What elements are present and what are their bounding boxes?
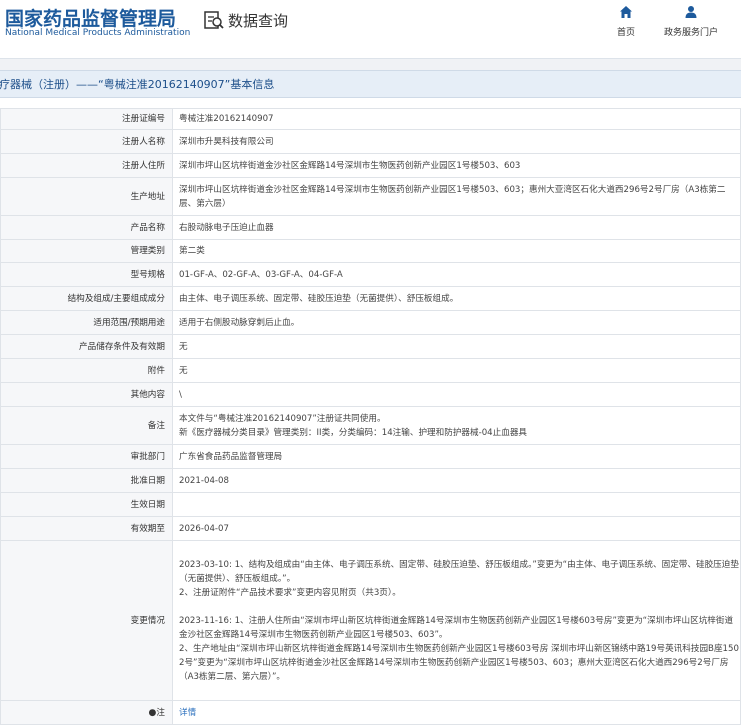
field-label: 适用范围/预期用途 [0,310,173,335]
field-label: 生产地址 [0,177,173,216]
table-row: 备注 本文件与“粤械注准20162140907”注册证共同使用。 新《医疗器械分… [0,406,741,445]
field-value: 无 [172,334,741,359]
change-spacer [179,600,740,614]
field-label: 生效日期 [0,492,173,517]
change-record: 2、注册证附件“产品技术要求”变更内容见附页（共3页）。 [179,587,401,598]
field-value: 深圳市升昊科技有限公司 [172,129,741,154]
nav-home[interactable]: 首页 [617,5,635,38]
field-value: 适用于右侧股动脉穿刺后止血。 [172,310,741,335]
nav-home-label: 首页 [617,28,636,38]
table-row: 适用范围/预期用途 适用于右侧股动脉穿刺后止血。 [0,310,741,335]
remark-line: 本文件与“粤械注准20162140907”注册证共同使用。 [179,413,386,424]
change-record: 2023-11-16: 1、注册人住所由“深圳市坪山新区坑梓街道金辉路14号深圳… [179,615,734,640]
table-row: 注册证编号 粤械注准20162140907 [0,108,741,130]
data-search-icon [204,11,224,29]
table-row: 注册人住所 深圳市坪山区坑梓街道金沙社区金辉路14号深圳市生物医药创新产业园区1… [0,153,741,178]
change-record: 2023-03-10: 1、结构及组成由“由主体、电子调压系统、固定带、硅胶压迫… [179,559,739,584]
field-value: 广东省食品药品监督管理局 [172,444,741,469]
site-header: 国家药品监督管理局 National Medical Products Admi… [0,0,741,58]
user-icon [685,6,697,18]
field-value: 由主体、电子调压系统、固定带、硅胶压迫垫（无菌提供）、舒压板组成。 [172,286,741,311]
field-label: 审批部门 [0,444,173,469]
table-row: 有效期至 2026-04-07 [0,516,741,541]
note-label: 注 [156,707,165,718]
field-label: 管理类别 [0,239,173,263]
change-record: 2、生产地址由“深圳市坪山新区坑梓街道金辉路14号深圳市生物医药创新产业园区1号… [179,643,739,682]
field-label: 产品名称 [0,215,173,240]
site-logo-subtitle: National Medical Products Administration [5,28,191,38]
table-row: 生产地址 深圳市坪山区坑梓街道金沙社区金辉路14号深圳市生物医药创新产业园区1号… [0,177,741,216]
field-value [172,492,741,517]
field-label: 结构及组成/主要组成成分 [0,286,173,311]
nav-gov-service-portal[interactable]: 政务服务门户 [664,5,718,38]
field-label: 型号规格 [0,262,173,287]
field-value: 第二类 [172,239,741,263]
table-row: 注册人名称 深圳市升昊科技有限公司 [0,129,741,154]
field-value: \ [172,382,741,407]
field-value: 右股动脉电子压迫止血器 [172,215,741,240]
header-divider [0,58,741,70]
field-label: 变更情况 [0,540,173,701]
field-value: 深圳市坪山区坑梓街道金沙社区金辉路14号深圳市生物医药创新产业园区1号楼503、… [172,153,741,178]
registration-detail-table: 注册证编号 粤械注准20162140907 注册人名称 深圳市升昊科技有限公司 … [0,108,741,725]
data-query-label: 数据查询 [228,11,289,30]
site-logo-title[interactable]: 国家药品监督管理局 [5,4,176,31]
field-value: 2023-03-10: 1、结构及组成由“由主体、电子调压系统、固定带、硅胶压迫… [172,540,741,701]
table-row: 结构及组成/主要组成成分 由主体、电子调压系统、固定带、硅胶压迫垫（无菌提供）、… [0,286,741,311]
field-label: 产品储存条件及有效期 [0,334,173,359]
field-label: 注册人名称 [0,129,173,154]
table-row: 其他内容 \ [0,382,741,407]
table-row: 附件 无 [0,358,741,383]
nav-gov-service-label: 政务服务门户 [664,28,719,38]
record-title: 医疗器械（注册）——“粤械注准20162140907”基本信息 [0,78,275,91]
home-icon [620,6,632,18]
field-label: 附件 [0,358,173,383]
field-label: 有效期至 [0,516,173,541]
details-link[interactable]: 详情 [179,708,196,718]
table-row: ●注 详情 [0,700,741,725]
field-label: ●注 [0,700,173,725]
data-query-link[interactable]: 数据查询 [203,9,288,31]
table-row: 生效日期 [0,492,741,517]
field-value: 无 [172,358,741,383]
record-title-bar: 医疗器械（注册）——“粤械注准20162140907”基本信息 [0,70,741,98]
field-value: 详情 [172,700,741,725]
table-row: 变更情况 2023-03-10: 1、结构及组成由“由主体、电子调压系统、固定带… [0,540,741,701]
field-value: 01-GF-A、02-GF-A、03-GF-A、04-GF-A [172,262,741,287]
table-row: 审批部门 广东省食品药品监督管理局 [0,444,741,469]
table-row: 产品名称 右股动脉电子压迫止血器 [0,215,741,240]
field-label: 注册人住所 [0,153,173,178]
field-value: 本文件与“粤械注准20162140907”注册证共同使用。 新《医疗器械分类目录… [172,406,741,445]
field-label: 批准日期 [0,468,173,493]
table-row: 产品储存条件及有效期 无 [0,334,741,359]
table-row: 管理类别 第二类 [0,239,741,263]
remark-line: 新《医疗器械分类目录》管理类别：II类，分类编码：14注输、护理和防护器械-04… [179,427,528,438]
field-label: 注册证编号 [0,108,173,130]
field-value: 深圳市坪山区坑梓街道金沙社区金辉路14号深圳市生物医药创新产业园区1号楼503、… [172,177,741,216]
field-label: 其他内容 [0,382,173,407]
field-value: 粤械注准20162140907 [172,108,741,130]
table-row: 型号规格 01-GF-A、02-GF-A、03-GF-A、04-GF-A [0,262,741,287]
field-value: 2021-04-08 [172,468,741,493]
field-value: 2026-04-07 [172,516,741,541]
field-label: 备注 [0,406,173,445]
table-row: 批准日期 2021-04-08 [0,468,741,493]
